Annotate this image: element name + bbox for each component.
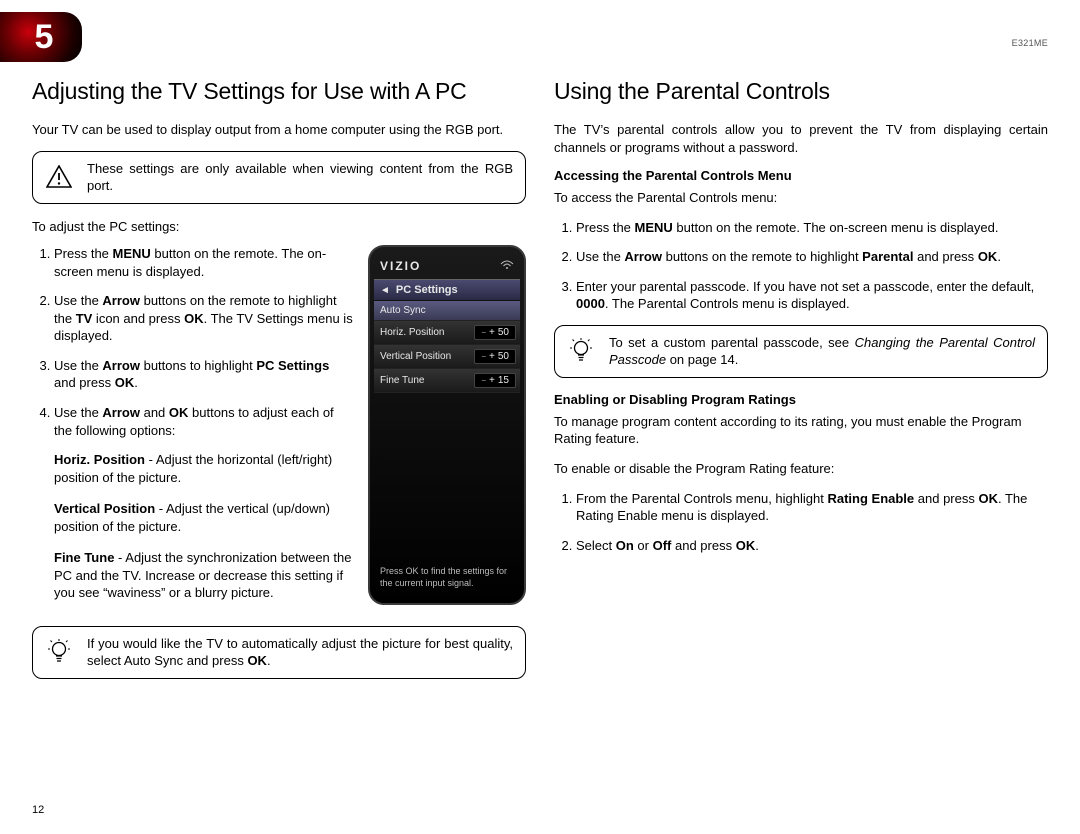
subhead-access: Accessing the Parental Controls Menu (554, 168, 1048, 183)
ratings-p1: To manage program content according to i… (554, 413, 1048, 448)
ratings-step-2: Select On or Off and press OK. (576, 537, 1048, 555)
access-steps: Press the MENU button on the remote. The… (554, 219, 1048, 313)
chapter-badge: 5 (0, 12, 82, 62)
ratings-step-1: From the Parental Controls menu, highlig… (576, 490, 1048, 525)
warning-text: These settings are only available when v… (87, 160, 513, 195)
right-column: Using the Parental Controls The TV’s par… (554, 78, 1048, 693)
left-heading: Adjusting the TV Settings for Use with A… (32, 78, 526, 105)
ratings-p2: To enable or disable the Program Rating … (554, 460, 1048, 478)
adjust-intro: To adjust the PC settings: (32, 218, 526, 236)
tip-text-left: If you would like the TV to automaticall… (87, 635, 513, 670)
tv-menu-hint: Press OK to find the settings for the cu… (380, 566, 514, 589)
tv-menu-illustration: VIZIO ◄ PC Settings Auto Sync Horiz. Pos… (368, 245, 526, 605)
access-step-2: Use the Arrow buttons on the remote to h… (576, 248, 1048, 266)
access-step-3: Enter your parental passcode. If you hav… (576, 278, 1048, 313)
ratings-steps: From the Parental Controls menu, highlig… (554, 490, 1048, 555)
tv-row-fine: Fine Tune −+15 (374, 369, 520, 393)
option-vertical: Vertical Position - Adjust the vertical … (54, 500, 354, 535)
tv-menu-title: PC Settings (396, 284, 458, 296)
wifi-icon (500, 259, 514, 273)
warning-callout: These settings are only available when v… (32, 151, 526, 204)
left-intro: Your TV can be used to display output fr… (32, 121, 526, 139)
access-intro: To access the Parental Controls menu: (554, 189, 1048, 207)
tip-callout-right: To set a custom parental passcode, see C… (554, 325, 1048, 378)
left-column: Adjusting the TV Settings for Use with A… (32, 78, 526, 693)
tv-brand: VIZIO (380, 259, 421, 273)
warning-icon (45, 165, 73, 189)
tv-row-autosync: Auto Sync (374, 301, 520, 321)
access-step-1: Press the MENU button on the remote. The… (576, 219, 1048, 237)
tv-menu-title-row: ◄ PC Settings (374, 279, 520, 301)
back-arrow-icon: ◄ (380, 285, 390, 296)
subhead-ratings: Enabling or Disabling Program Ratings (554, 392, 1048, 407)
tip-text-right: To set a custom parental passcode, see C… (609, 334, 1035, 369)
content-columns: Adjusting the TV Settings for Use with A… (0, 0, 1080, 693)
pc-step-2: Use the Arrow buttons on the remote to h… (54, 292, 354, 345)
model-number: E321ME (1012, 38, 1048, 48)
right-intro: The TV’s parental controls allow you to … (554, 121, 1048, 156)
page-number: 12 (32, 804, 44, 816)
lightbulb-icon (567, 337, 595, 365)
pc-step-4: Use the Arrow and OK buttons to adjust e… (54, 404, 354, 439)
lightbulb-icon (45, 638, 73, 666)
option-finetune: Fine Tune - Adjust the synchronization b… (54, 549, 354, 602)
pc-steps-list: Press the MENU button on the remote. The… (32, 245, 354, 439)
tv-menu-header: VIZIO (374, 255, 520, 279)
right-heading: Using the Parental Controls (554, 78, 1048, 105)
option-horiz: Horiz. Position - Adjust the horizontal … (54, 451, 354, 486)
pc-step-1: Press the MENU button on the remote. The… (54, 245, 354, 280)
pc-step-3: Use the Arrow buttons to highlight PC Se… (54, 357, 354, 392)
tv-row-horiz: Horiz. Position −+50 (374, 321, 520, 345)
tip-callout-left: If you would like the TV to automaticall… (32, 626, 526, 679)
tv-row-vert: Vertical Position −+50 (374, 345, 520, 369)
